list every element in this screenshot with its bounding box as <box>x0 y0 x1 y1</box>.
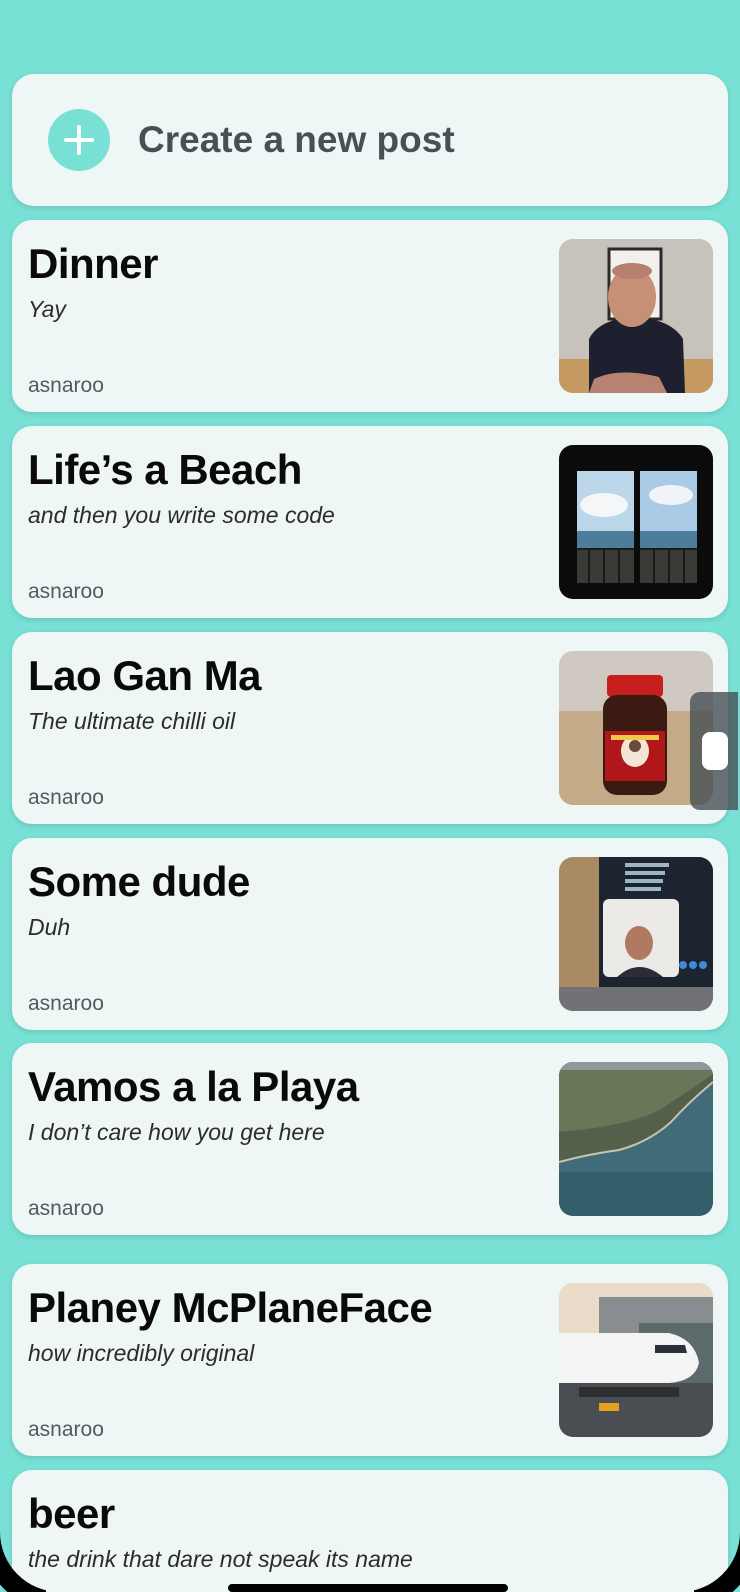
post-card[interactable]: Planey McPlaneFace how incredibly origin… <box>12 1264 728 1456</box>
post-author: asnaroo <box>28 1197 104 1220</box>
post-card[interactable]: Vamos a la Playa I don’t care how you ge… <box>12 1043 728 1235</box>
post-title: Dinner <box>28 240 159 287</box>
post-thumbnail-portrait-man <box>559 239 713 393</box>
scroll-handle[interactable] <box>690 692 738 810</box>
post-subtitle: Yay <box>28 296 66 322</box>
post-author: asnaroo <box>28 374 104 397</box>
post-card[interactable]: beer the drink that dare not speak its n… <box>12 1470 728 1592</box>
post-thumbnail-airplane <box>559 1283 713 1437</box>
post-thumbnail-window-sea-view <box>559 445 713 599</box>
create-post-label: Create a new post <box>138 119 455 160</box>
post-subtitle: the drink that dare not speak its name <box>28 1546 413 1572</box>
post-card[interactable]: Dinner Yay asnaroo <box>12 220 728 412</box>
home-indicator <box>228 1584 508 1592</box>
post-thumbnail-aerial-coast <box>559 1062 713 1216</box>
post-card[interactable]: Some dude Duh asnaroo <box>12 838 728 1030</box>
post-author: asnaroo <box>28 992 104 1015</box>
plus-circle-icon <box>48 109 110 171</box>
create-post-button[interactable]: Create a new post <box>12 74 728 206</box>
post-subtitle: I don’t care how you get here <box>28 1119 325 1145</box>
post-subtitle: Duh <box>28 914 71 940</box>
post-card[interactable]: Lao Gan Ma The ultimate chilli oil asnar… <box>12 632 728 824</box>
post-title: Planey McPlaneFace <box>28 1284 433 1331</box>
post-author: asnaroo <box>28 786 104 809</box>
post-title: Some dude <box>28 858 250 905</box>
post-author: asnaroo <box>28 580 104 603</box>
post-thumbnail-laptop-video-call <box>559 857 713 1011</box>
post-author: asnaroo <box>28 1418 104 1441</box>
post-title: Life’s a Beach <box>28 446 302 493</box>
post-title: Vamos a la Playa <box>28 1063 359 1110</box>
post-title: beer <box>28 1490 115 1537</box>
post-subtitle: The ultimate chilli oil <box>28 708 236 734</box>
feed-screen: Create a new post Dinner Yay asnaroo Lif… <box>0 0 740 1592</box>
scroll-thumb[interactable] <box>702 732 728 770</box>
post-title: Lao Gan Ma <box>28 652 262 699</box>
post-card[interactable]: Life’s a Beach and then you write some c… <box>12 426 728 618</box>
post-subtitle: how incredibly original <box>28 1340 255 1366</box>
post-subtitle: and then you write some code <box>28 502 335 528</box>
